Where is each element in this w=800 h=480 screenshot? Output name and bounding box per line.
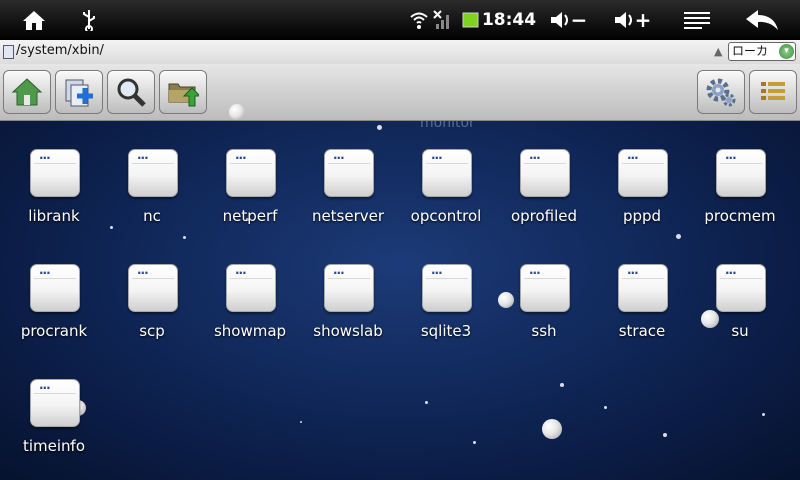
folder-icon: ... [520,148,570,197]
folder-icon: ... [30,148,80,197]
folder-icon: ... [226,263,276,312]
file-name: netperf [222,207,278,225]
decorative-sphere [229,104,245,120]
file-item[interactable]: ... showmap [202,263,298,364]
folder-icon: ... [128,263,178,312]
folder-icon: ... [226,148,276,197]
no-signal-icon [432,0,454,40]
star [560,383,564,387]
file-name: sqlite3 [420,322,472,340]
file-name: timeinfo [22,437,86,455]
folder-icon: ... [324,263,374,312]
file-name: netserver [311,207,385,225]
folder-up-icon [168,83,199,107]
device-icon [3,45,14,59]
folder-icon: ... [324,148,374,197]
usb-icon [78,0,100,40]
volume-up-button[interactable]: + [610,0,654,40]
star [663,433,667,437]
file-item[interactable]: ... nc [104,148,200,249]
file-name: ssh [531,322,557,340]
new-folder-icon [65,79,93,107]
folder-icon: ... [422,263,472,312]
decorative-sphere [542,419,562,439]
location-select[interactable]: ローカ ▾ [728,42,796,61]
star [473,441,476,444]
file-item[interactable]: ... procmem [692,148,788,249]
file-name: nc [143,207,161,225]
home-icon [11,78,43,106]
list-view-icon [761,82,785,100]
volume-down-label: − [570,8,588,32]
home-button[interactable] [3,70,51,114]
file-name: procmem [704,207,776,225]
search-icon [117,78,146,107]
file-name: librank [28,207,80,225]
path-bar: /system/xbin/ ▲ ローカ ▾ [0,40,800,65]
search-button[interactable] [107,70,155,114]
location-value: ローカ [732,44,769,58]
file-item[interactable]: ... showslab [300,263,396,364]
star [300,421,302,423]
settings-button[interactable] [697,70,745,114]
file-item[interactable]: ... scp [104,263,200,364]
file-item[interactable]: ... procrank [6,263,102,364]
folder-icon: ... [716,263,766,312]
current-path: /system/xbin/ [16,43,104,58]
volume-up-label: + [634,8,652,32]
file-item[interactable]: ... opcontrol [398,148,494,249]
battery-icon [460,0,482,40]
file-item[interactable]: ... timeinfo [6,378,102,479]
status-bar: 18:44 − + [0,0,800,40]
file-item[interactable]: ... sqlite3 [398,263,494,364]
view-mode-button[interactable] [749,70,797,114]
star [377,125,382,130]
file-item[interactable]: ... librank [6,148,102,249]
menu-icon[interactable] [682,0,712,40]
file-item[interactable]: ... netserver [300,148,396,249]
toolbar [0,64,800,121]
file-item[interactable]: ... oprofiled [496,148,592,249]
star [425,401,428,404]
volume-down-button[interactable]: − [546,0,590,40]
home-icon[interactable] [18,0,50,40]
file-item[interactable]: ... pppd [594,148,690,249]
folder-icon: ... [520,263,570,312]
star [604,406,607,409]
wifi-icon [408,0,430,40]
new-button[interactable] [55,70,103,114]
file-item[interactable]: ... ssh [496,263,592,364]
file-name: showslab [313,322,383,340]
clock: 18:44 [481,10,537,30]
back-icon[interactable] [742,0,782,40]
star [762,413,765,416]
file-name: pppd [622,207,662,225]
file-name: scp [139,322,165,340]
file-name: opcontrol [410,207,482,225]
file-item[interactable]: ... strace [594,263,690,364]
folder-icon: ... [716,148,766,197]
folder-icon: ... [422,148,472,197]
caret-icon: ▲ [714,45,723,58]
file-item[interactable]: ... netperf [202,148,298,249]
folder-icon: ... [618,148,668,197]
file-name: strace [618,322,666,340]
folder-icon: ... [30,378,80,427]
file-grid: monitor ... librank ... nc ... netperf .… [0,121,800,480]
file-name: procrank [20,322,88,340]
gear-icon [706,78,736,107]
folder-icon: ... [30,263,80,312]
file-name: su [731,322,749,340]
folder-icon: ... [618,263,668,312]
dropdown-icon: ▾ [779,44,794,59]
file-item[interactable]: ... su [692,263,788,364]
file-name: showmap [213,322,287,340]
folder-icon: ... [128,148,178,197]
folder-up-button[interactable] [159,70,207,114]
file-name: oprofiled [510,207,578,225]
background-label: monitor [420,121,475,131]
